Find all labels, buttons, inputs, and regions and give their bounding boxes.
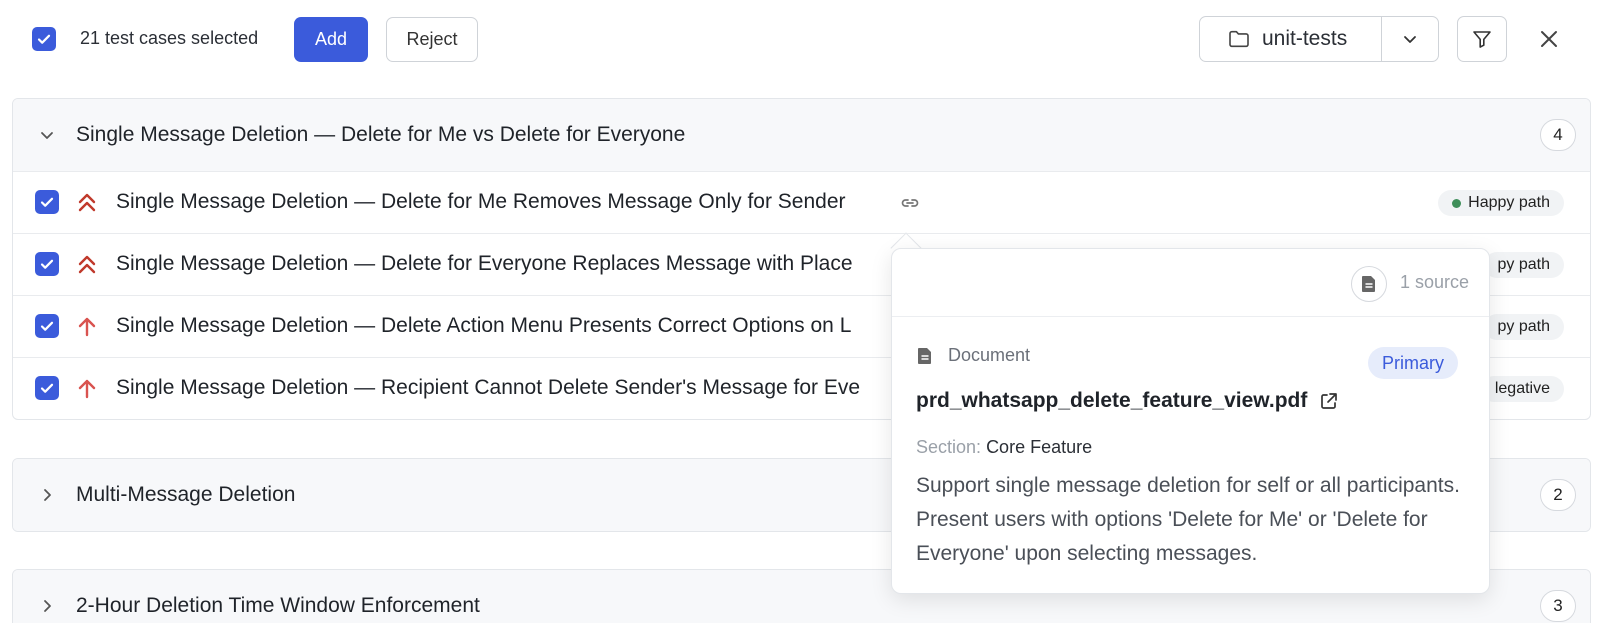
section-label: Section: — [916, 437, 982, 457]
section-value: Core Feature — [986, 437, 1093, 457]
test-case-title: Single Message Deletion — Recipient Cann… — [116, 376, 861, 399]
document-icon — [1362, 276, 1375, 292]
chevron-right-icon[interactable] — [37, 596, 57, 616]
priority-high-icon — [78, 317, 96, 337]
document-type-label: Document — [948, 345, 1031, 365]
chevron-right-icon[interactable] — [37, 485, 57, 505]
group-title: Single Message Deletion — Delete for Me … — [76, 123, 686, 146]
tag-badge: py path — [1483, 252, 1564, 278]
tag-badge: legative — [1480, 376, 1564, 402]
group-count-badge: 2 — [1540, 479, 1576, 511]
chevron-down-icon — [1404, 36, 1416, 43]
document-icon — [918, 347, 931, 364]
row-checkbox[interactable] — [35, 376, 59, 400]
source-excerpt: Support single message deletion for self… — [916, 474, 1460, 565]
add-button[interactable]: Add — [294, 17, 368, 62]
priority-highest-icon — [78, 193, 96, 212]
reject-button[interactable]: Reject — [386, 17, 478, 62]
row-checkbox[interactable] — [35, 314, 59, 338]
file-name: prd_whatsapp_delete_feature_view.pdf — [916, 389, 1308, 412]
folder-select[interactable]: unit-tests — [1199, 16, 1439, 62]
folder-name: unit-tests — [1262, 27, 1348, 50]
row-checkbox[interactable] — [35, 190, 59, 214]
status-dot — [1452, 198, 1462, 208]
filter-button[interactable] — [1457, 16, 1507, 62]
tag-label: legative — [1494, 380, 1550, 397]
filter-icon — [1473, 31, 1491, 48]
test-case-title: Single Message Deletion — Delete Action … — [116, 314, 852, 337]
source-file-link[interactable]: prd_whatsapp_delete_feature_view.pdf — [916, 389, 1339, 413]
tag-label: py path — [1497, 256, 1550, 273]
test-case-title: Single Message Deletion — Delete for Eve… — [116, 252, 853, 275]
selection-toolbar: 21 test cases selected Add Reject unit-t… — [0, 0, 1600, 80]
check-icon — [40, 197, 54, 207]
group-title: 2-Hour Deletion Time Window Enforcement — [76, 594, 480, 617]
link-icon[interactable] — [899, 192, 921, 214]
check-icon — [37, 34, 51, 44]
external-link-icon[interactable] — [1319, 391, 1339, 411]
priority-high-icon — [78, 379, 96, 399]
row-checkbox[interactable] — [35, 252, 59, 276]
selection-count: 21 test cases selected — [80, 28, 259, 48]
check-icon — [40, 321, 54, 331]
close-button[interactable] — [1533, 22, 1565, 56]
folder-dropdown-toggle[interactable] — [1382, 17, 1438, 61]
chevron-down-icon[interactable] — [37, 125, 57, 145]
test-case-title: Single Message Deletion — Delete for Me … — [116, 190, 846, 213]
source-icon — [1351, 266, 1387, 302]
section-line: Section: Core Feature — [916, 437, 1092, 458]
folder-select-value[interactable]: unit-tests — [1200, 17, 1382, 61]
priority-highest-icon — [78, 255, 96, 274]
tag-label: py path — [1497, 318, 1550, 335]
close-icon — [1541, 31, 1557, 47]
document-type: Document — [916, 345, 1030, 366]
source-count: 1 source — [1400, 272, 1470, 292]
group-header[interactable]: Single Message Deletion — Delete for Me … — [13, 99, 1590, 171]
source-popover: 1 source Document Primary prd_whatsapp_d… — [891, 248, 1490, 594]
popover-header: 1 source — [892, 249, 1489, 317]
select-all-checkbox[interactable] — [32, 27, 56, 51]
tag-badge: Happy path — [1438, 190, 1564, 216]
tag-label: Happy path — [1468, 194, 1550, 211]
group-count-badge: 4 — [1540, 119, 1576, 151]
primary-badge: Primary — [1368, 347, 1458, 379]
folder-icon — [1229, 30, 1249, 48]
tag-badge: py path — [1483, 314, 1564, 340]
group-title: Multi-Message Deletion — [76, 483, 296, 506]
check-icon — [40, 259, 54, 269]
check-icon — [40, 383, 54, 393]
test-case-row[interactable]: Single Message Deletion — Delete for Me … — [13, 171, 1590, 233]
group-count-badge: 3 — [1540, 590, 1576, 622]
